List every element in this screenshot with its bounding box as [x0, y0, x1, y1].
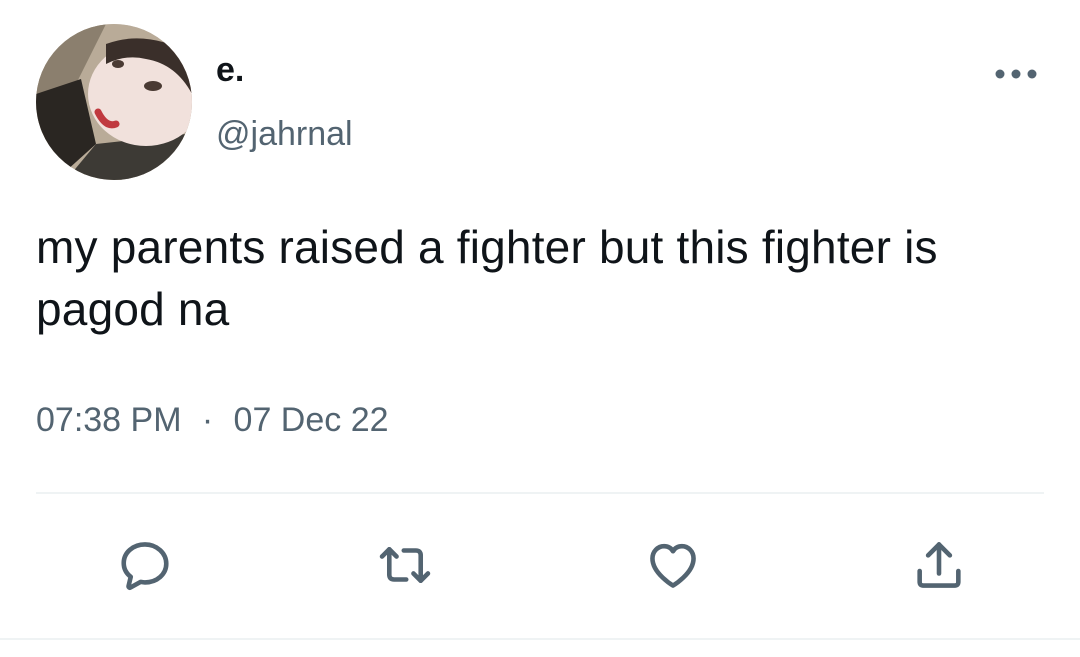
reply-button[interactable]	[110, 530, 180, 600]
avatar[interactable]	[36, 24, 192, 180]
retweet-icon	[379, 546, 431, 584]
retweet-button[interactable]	[370, 530, 440, 600]
display-name[interactable]: e.	[216, 50, 244, 90]
user-handle[interactable]: @jahrnal	[216, 114, 353, 154]
avatar-image	[36, 24, 192, 180]
like-button[interactable]	[638, 530, 708, 600]
tweet-text: my parents raised a fighter but this fig…	[36, 221, 938, 335]
reply-icon	[121, 542, 169, 590]
heart-icon	[650, 543, 696, 588]
meta-separator: ·	[201, 401, 214, 439]
divider	[36, 492, 1044, 494]
tweet-card: e. @jahrnal my parents raised a fighter …	[0, 0, 1080, 657]
tweet-metadata: 07:38 PM · 07 Dec 22	[36, 396, 389, 444]
action-bar	[0, 530, 1080, 600]
more-button[interactable]	[988, 56, 1044, 92]
bottom-divider	[0, 638, 1080, 640]
tweet-date[interactable]: 07 Dec 22	[234, 401, 389, 439]
share-button[interactable]	[904, 530, 974, 600]
more-horizontal-icon	[995, 69, 1037, 79]
tweet-time[interactable]: 07:38 PM	[36, 401, 182, 439]
share-icon	[917, 542, 961, 588]
